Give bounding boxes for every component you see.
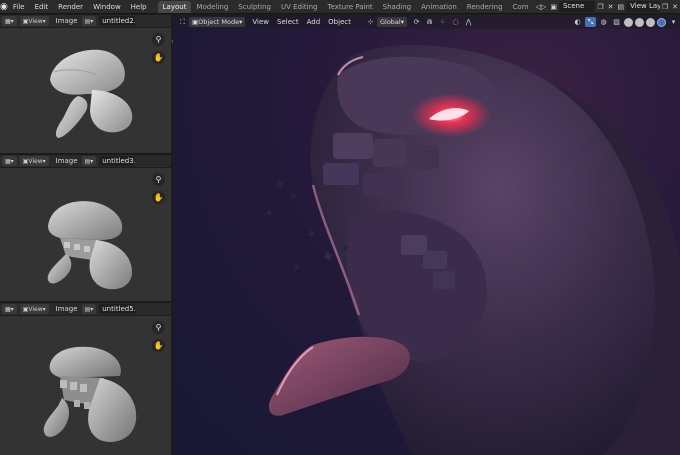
image-editor-2: ▦▾ ▣ View▾ Image ▤▾ untitled3.p [0,155,171,301]
tab-shading[interactable]: Shading [378,1,416,13]
menu-render[interactable]: Render [53,0,88,14]
object-mode-dropdown[interactable]: ▣ Object Mode ▾ [189,17,246,27]
shading-options-icon[interactable]: ▾ [668,17,679,27]
editor-type-icon[interactable]: ▦▾ [2,304,17,314]
tab-compositing[interactable]: Com [508,1,534,13]
solid-shading-icon[interactable] [635,17,644,27]
tab-uv-editing[interactable]: UV Editing [276,1,323,13]
new-scene-icon[interactable]: ❐ [597,1,603,12]
image-browse-icon[interactable]: ▤▾ [81,156,97,166]
viewport-menu-select[interactable]: Select [273,18,303,26]
view-mode-icon[interactable]: ▣ View ▾ [19,304,49,314]
image-name-field[interactable]: untitled3.p [99,156,136,166]
overlays-icon[interactable]: ◍ [598,17,609,27]
image-menu[interactable]: Image [52,17,82,25]
scene-browse-icon[interactable]: ▣ [550,1,557,12]
snap-target-icon[interactable]: ⁘ [437,17,448,27]
image-browse-icon[interactable]: ▤▾ [81,16,97,26]
scene-field[interactable]: Scene [558,1,596,12]
tab-modeling[interactable]: Modeling [191,1,233,13]
image-name-field[interactable]: untitled2.p [99,16,136,26]
side-tools: ⚲ ✋ [152,33,165,64]
gizmo-icon[interactable]: ⤡ [585,17,596,27]
viewport-header: ⛶ ▣ Object Mode ▾ View Select Add Object… [173,15,680,29]
viewport-menu-view[interactable]: View [248,18,273,26]
new-view-layer-icon[interactable]: ❐ [662,1,668,12]
menu-file[interactable]: File [8,0,30,14]
zoom-icon[interactable]: ⚲ [152,173,165,186]
delete-view-layer-icon[interactable]: ✕ [672,1,678,12]
image-editor-header: ▦▾ ▣ View▾ Image ▤▾ untitled5.p [0,303,171,316]
menu-window[interactable]: Window [88,0,126,14]
sculpt-preview-3 [43,346,137,442]
tab-texture-paint[interactable]: Texture Paint [323,1,378,13]
editor-type-icon[interactable]: ▦▾ [2,16,17,26]
image-editor-3: ▦▾ ▣ View▾ Image ▤▾ untitled5.p [0,303,171,455]
image-menu[interactable]: Image [52,157,82,165]
orientation-icon[interactable]: ⊹ [365,17,376,27]
proportional-edit-icon[interactable]: ◌ [450,17,461,27]
material-shading-icon[interactable] [646,17,655,27]
transform-orientation-dropdown[interactable]: Global ▾ [376,17,407,27]
image-editor-header: ▦▾ ▣ View▾ Image ▤▾ untitled3.p [0,155,171,168]
blender-logo-icon[interactable]: ◉ [0,0,8,14]
side-tools: ⚲ ✋ [152,173,165,204]
workspace-scroll-icon[interactable]: ◁▷ [536,1,547,12]
image-canvas[interactable]: ⚲ ✋ [0,316,171,455]
rendered-sculpt [267,45,680,455]
rendered-shading-icon[interactable] [657,17,666,27]
visibility-icon[interactable]: ◐ [572,17,583,27]
image-browse-icon[interactable]: ▤▾ [81,304,97,314]
3d-viewport[interactable]: ⛶ ▣ Object Mode ▾ View Select Add Object… [173,15,680,455]
tab-layout[interactable]: Layout [157,0,192,13]
editor-type-icon[interactable]: ⛶ [177,17,188,27]
image-editor-1: ▦▾ ▣ View▾ Image ▤▾ untitled2.p ⚲ ✋ [0,15,171,153]
zoom-icon[interactable]: ⚲ [152,321,165,334]
menu-help[interactable]: Help [126,0,152,14]
falloff-icon[interactable]: ⋀ [463,17,474,27]
left-column: ▦▾ ▣ View▾ Image ▤▾ untitled2.p ⚲ ✋ [0,15,171,455]
side-tools: ⚲ ✋ [152,321,165,352]
view-mode-icon[interactable]: ▣ View ▾ [19,16,49,26]
image-canvas[interactable]: ⚲ ✋ [0,28,171,153]
delete-scene-icon[interactable]: ✕ [608,1,614,12]
image-name-field[interactable]: untitled5.p [99,304,136,314]
snap-icon[interactable]: ⋒ [424,17,435,27]
image-editor-header: ▦▾ ▣ View▾ Image ▤▾ untitled2.p [0,15,171,28]
xray-icon[interactable]: ▨ [611,17,622,27]
workspace-tabs: Layout Modeling Sculpting UV Editing Tex… [157,0,534,14]
wireframe-shading-icon[interactable] [624,17,633,27]
top-bar: ◉ File Edit Render Window Help Layout Mo… [0,0,680,14]
view-mode-icon[interactable]: ▣ View ▾ [19,156,49,166]
view-layer-field[interactable]: View Layer [626,1,660,12]
image-canvas[interactable]: ⚲ ✋ [0,168,171,301]
sculpt-preview-2 [47,201,132,290]
menu-edit[interactable]: Edit [30,0,54,14]
tab-rendering[interactable]: Rendering [462,1,508,13]
zoom-icon[interactable]: ⚲ [152,33,165,46]
pivot-icon[interactable]: ⟳ [411,17,422,27]
tab-sculpting[interactable]: Sculpting [233,1,276,13]
viewport-menu-add[interactable]: Add [303,18,325,26]
sculpt-preview-1 [50,49,133,138]
tab-animation[interactable]: Animation [416,1,462,13]
image-menu[interactable]: Image [52,305,82,313]
viewport-menu-object[interactable]: Object [324,18,355,26]
pan-hand-icon[interactable]: ✋ [152,339,165,352]
pan-hand-icon[interactable]: ✋ [152,51,165,64]
pan-hand-icon[interactable]: ✋ [152,191,165,204]
view-layer-browse-icon[interactable]: ▤ [618,1,625,12]
editor-type-icon[interactable]: ▦▾ [2,156,17,166]
